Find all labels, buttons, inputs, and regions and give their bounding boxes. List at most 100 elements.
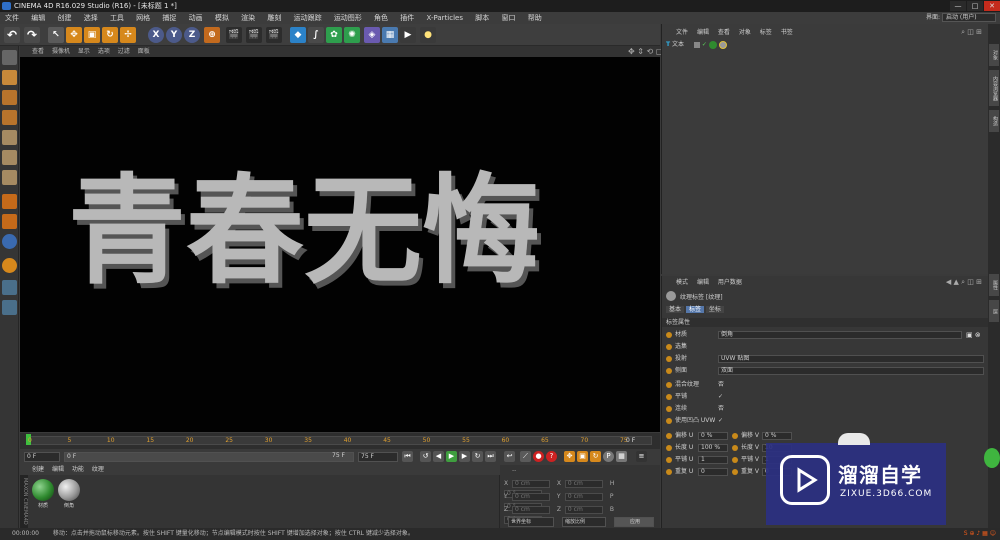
attr-menu-edit[interactable]: 编辑 [697, 279, 709, 286]
scale-tool-icon[interactable]: ▣ [84, 27, 100, 43]
minimize-button[interactable]: — [950, 1, 966, 11]
animate-dot-icon[interactable] [666, 367, 672, 374]
play-icon[interactable]: ▶ [446, 451, 457, 462]
animate-dot-icon[interactable] [666, 432, 672, 439]
prev-key-icon[interactable]: ↺ [420, 451, 431, 462]
selection-field[interactable] [718, 343, 980, 351]
animate-dot-icon[interactable] [666, 381, 672, 388]
menu-x-particles[interactable]: X-Particles [422, 12, 468, 24]
timeline-settings-icon[interactable]: ≡ [636, 451, 647, 462]
offset-u-field[interactable]: 0 % [698, 432, 728, 440]
recent-tool-icon[interactable]: ✢ [120, 27, 136, 43]
menu-animate[interactable]: 动画 [184, 12, 208, 24]
tweak-mode-icon[interactable] [2, 214, 17, 229]
dock-tab-attributes[interactable]: 属性 [989, 274, 999, 296]
3d-viewport[interactable]: 青春无悔 [20, 57, 660, 432]
menu-render[interactable]: 渲染 [236, 12, 260, 24]
material-menu-create[interactable]: 创建 [32, 466, 44, 473]
menu-window[interactable]: 窗口 [496, 12, 520, 24]
select-cursor-icon[interactable]: ↖ [48, 27, 64, 43]
obj-manager-nav-icons[interactable]: ⌕ ◫ ⊞ [961, 28, 982, 37]
viewport-menu-view[interactable]: 查看 [32, 48, 44, 55]
light-icon[interactable]: ● [420, 27, 436, 43]
deformer-icon[interactable]: ◈ [364, 27, 380, 43]
texture-mode-icon[interactable] [2, 90, 17, 105]
layout-dropdown[interactable]: 启动 (用户) [942, 13, 996, 22]
position-y-field[interactable]: 0 cm [512, 492, 550, 501]
animate-dot-icon[interactable] [666, 355, 672, 362]
obj-menu-bookmarks[interactable]: 书签 [781, 29, 793, 36]
side-dropdown[interactable]: 双面 [718, 367, 984, 375]
record-keys-icon[interactable]: ⟋ [520, 451, 531, 462]
menu-plugins[interactable]: 插件 [395, 12, 419, 24]
key-scale-icon[interactable]: ▣ [577, 451, 588, 462]
animate-dot-icon[interactable] [666, 444, 672, 451]
mix-textures-value[interactable]: 否 [718, 380, 724, 390]
material-swatch-gray[interactable] [58, 479, 80, 501]
size-x-field[interactable]: 0 cm [564, 479, 603, 488]
axis-z-lock[interactable]: Z [184, 27, 200, 43]
floor-icon[interactable]: ▦ [382, 27, 398, 43]
model-mode-icon[interactable] [2, 70, 17, 85]
timeline[interactable]: 0 5 10 15 20 25 30 35 40 45 50 55 60 65 70 75 0 F [20, 433, 660, 449]
camera-icon[interactable]: ▶ [400, 27, 416, 43]
material-tag-icon[interactable] [708, 40, 717, 49]
menu-edit[interactable]: 编辑 [26, 12, 50, 24]
keyframe-selection-icon[interactable]: ? [546, 451, 557, 462]
planar-workplane-icon[interactable] [2, 280, 17, 295]
viewport-menu-display[interactable]: 显示 [78, 48, 90, 55]
animate-dot-icon[interactable] [666, 468, 672, 475]
material-tag-selected-icon[interactable] [718, 40, 727, 49]
menu-sculpt[interactable]: 雕刻 [262, 12, 286, 24]
obj-menu-tags[interactable]: 标签 [760, 29, 772, 36]
coord-system-dropdown[interactable]: 世界坐标 [508, 517, 554, 527]
animate-dot-icon[interactable] [666, 417, 672, 424]
viewport-menu-panel[interactable]: 面板 [138, 48, 150, 55]
menu-mesh[interactable]: 网格 [131, 12, 155, 24]
go-to-start-icon[interactable]: ⏮ [402, 451, 413, 462]
viewport-menu-cameras[interactable]: 摄像机 [52, 48, 70, 55]
menu-mograph[interactable]: 运动图形 [329, 12, 367, 24]
menu-file[interactable]: 文件 [0, 12, 24, 24]
animate-dot-icon[interactable] [666, 456, 672, 463]
tab-basic[interactable]: 基本 [666, 306, 685, 313]
axis-mode-icon[interactable] [2, 194, 17, 209]
tiles-u-field[interactable]: 1 [698, 456, 728, 464]
key-position-icon[interactable]: ✥ [564, 451, 575, 462]
viewport-nav-icons[interactable]: ✥ ⇕ ⟲ ▢ [628, 47, 663, 56]
animate-dot-icon[interactable] [732, 444, 738, 451]
menu-create[interactable]: 创建 [52, 12, 76, 24]
taskbar-tray-icons[interactable]: S ⊕ ♪ ▦ ☺ [964, 528, 996, 540]
material-link-field[interactable]: 倒角 [718, 331, 962, 339]
attr-menu-user-data[interactable]: 用户数据 [718, 279, 742, 286]
dock-tab-structure[interactable]: 构造 [989, 110, 999, 132]
bump-uvw-checkbox[interactable]: ✓ [718, 416, 723, 426]
menu-snap[interactable]: 捕捉 [157, 12, 181, 24]
offset-v-field[interactable]: 0 % [762, 432, 792, 440]
animate-dot-icon[interactable] [666, 393, 672, 400]
menu-script[interactable]: 脚本 [470, 12, 494, 24]
current-frame-slider[interactable]: 0 F [64, 452, 354, 462]
rotate-tool-icon[interactable]: ↻ [102, 27, 118, 43]
visibility-icon[interactable] [693, 41, 700, 48]
dock-tab-layers[interactable]: 层 [989, 300, 999, 322]
object-name[interactable]: 文本 [672, 41, 684, 48]
tile-checkbox[interactable]: ✓ [718, 392, 723, 402]
menu-character[interactable]: 角色 [369, 12, 393, 24]
render-view-icon[interactable]: 🎬 [226, 27, 242, 43]
polygons-mode-icon[interactable] [2, 170, 17, 185]
cube-icon[interactable]: ◆ [290, 27, 306, 43]
start-frame-field[interactable]: 0 F [24, 452, 60, 462]
repeat-u-field[interactable]: 0 [698, 468, 728, 476]
position-x-field[interactable]: 0 cm [512, 479, 550, 488]
obj-menu-objects[interactable]: 对象 [739, 29, 751, 36]
snap-icon[interactable] [2, 234, 17, 249]
viewport-menu-filter[interactable]: 过滤 [118, 48, 130, 55]
end-frame-field[interactable]: 75 F [358, 452, 398, 462]
link-tools-icons[interactable]: ▣ ⊗ [966, 330, 981, 340]
menu-tools[interactable]: 工具 [105, 12, 129, 24]
key-param-icon[interactable]: P [603, 451, 614, 462]
render-settings-icon[interactable]: 🎬 [266, 27, 282, 43]
material-swatch-green[interactable] [32, 479, 54, 501]
size-mode-dropdown[interactable]: 缩放比例 [562, 517, 606, 527]
